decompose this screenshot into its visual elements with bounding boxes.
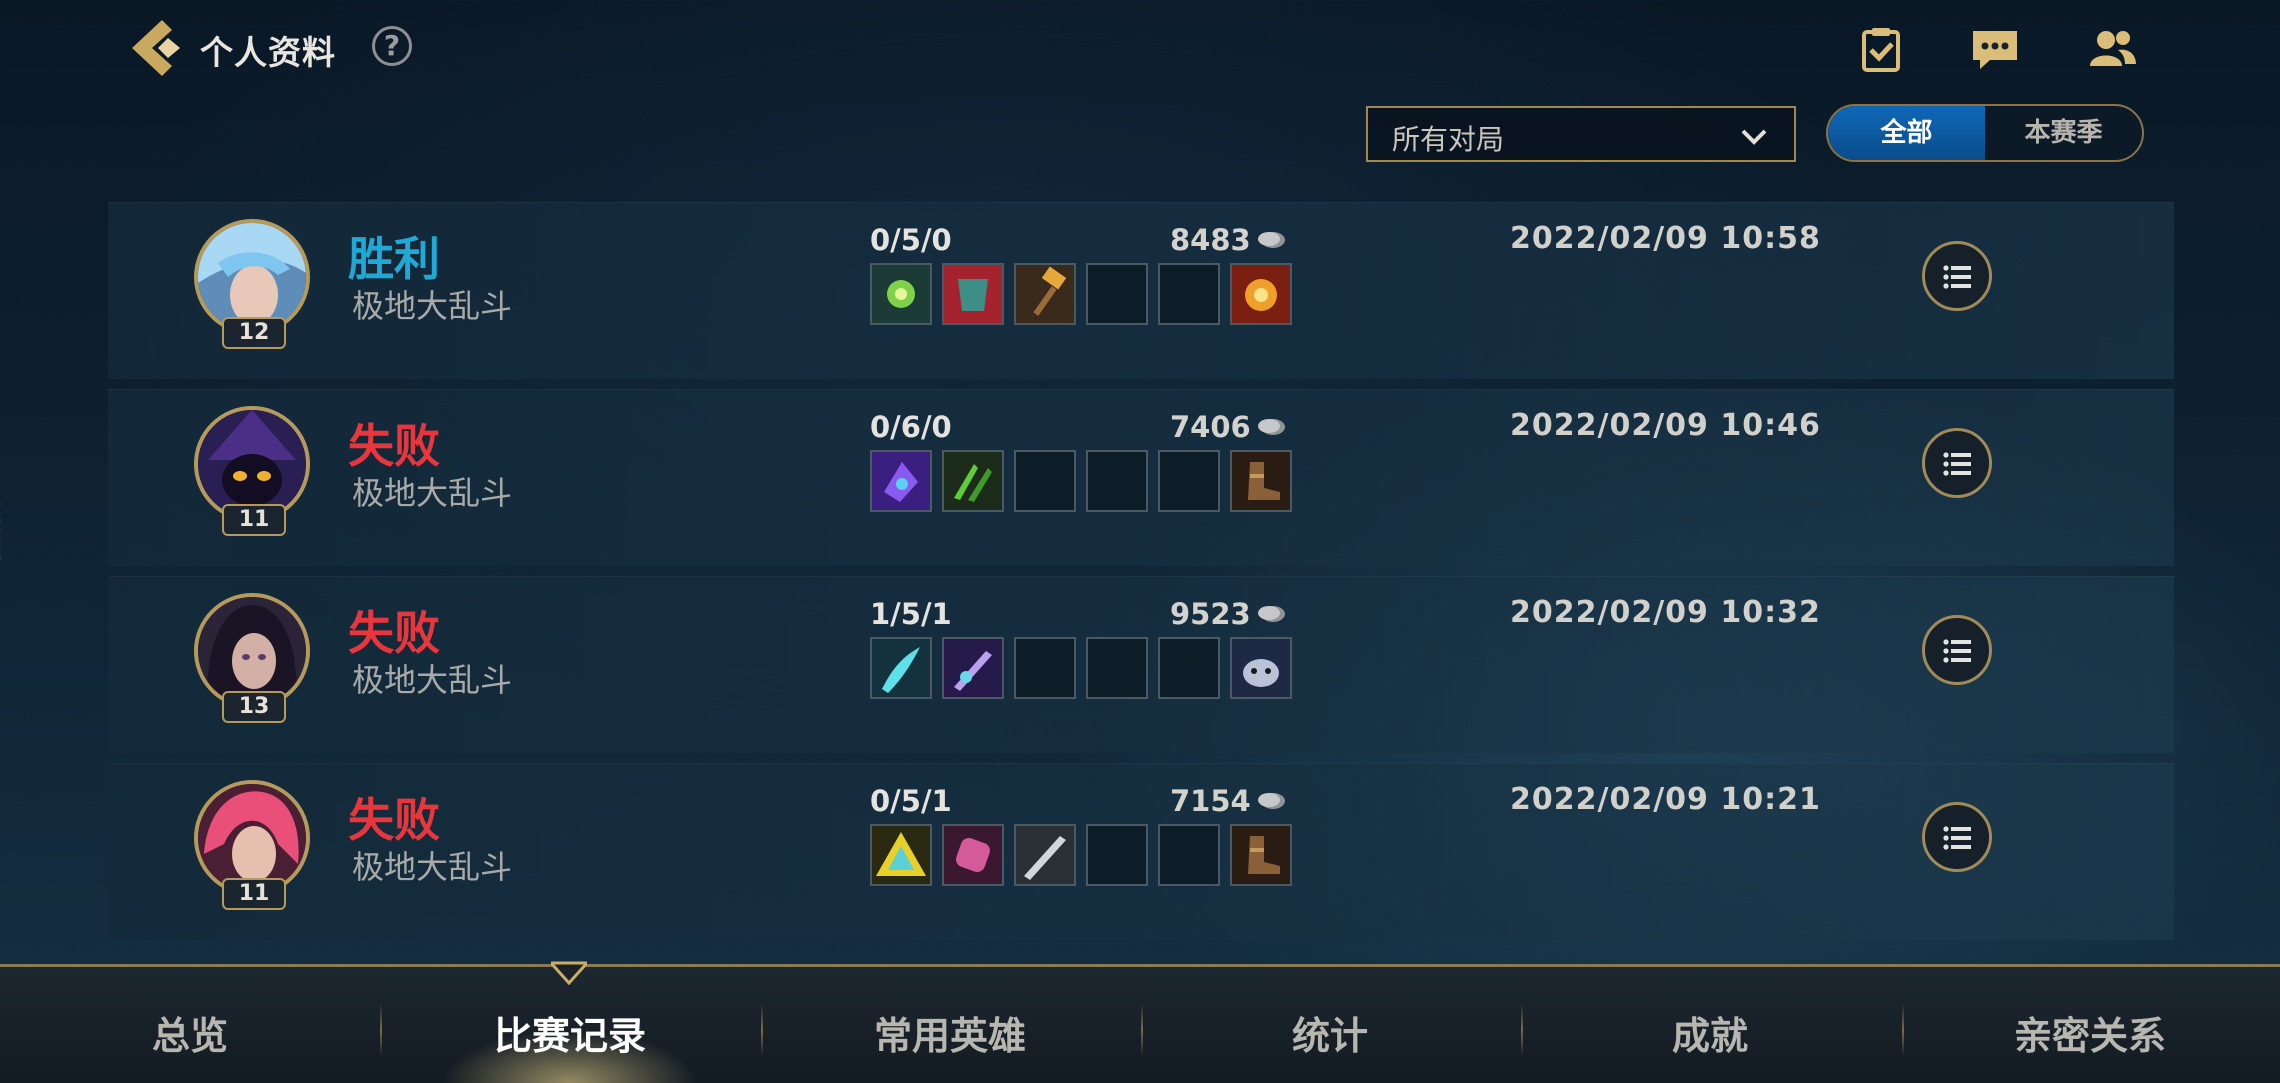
golden-hammer-item-icon[interactable] <box>1014 263 1076 325</box>
champion-level: 12 <box>222 317 286 349</box>
violet-sword-item-icon[interactable] <box>942 637 1004 699</box>
toggle-current-season[interactable]: 本赛季 <box>1985 106 2142 160</box>
match-type-value: 所有对局 <box>1392 123 1505 156</box>
match-detail-button[interactable] <box>1922 241 1992 311</box>
gold-coin-icon <box>1258 419 1285 435</box>
gold-coin-icon <box>1258 793 1285 809</box>
cyan-blade-item-icon[interactable] <box>870 637 932 699</box>
match-result: 胜利 <box>348 232 440 286</box>
page-title: 个人资料 <box>200 33 336 72</box>
champion-level: 13 <box>222 691 286 723</box>
empty-item-slot <box>1086 263 1148 325</box>
tab-relationships[interactable]: 亲密关系 <box>1940 1005 2240 1060</box>
steel-sword-item-icon[interactable] <box>1014 824 1076 886</box>
active-tab-pointer-icon <box>551 961 587 985</box>
green-orb-item-icon[interactable] <box>870 263 932 325</box>
yellow-triangle-item-icon[interactable] <box>870 824 932 886</box>
champion-avatar: 12 <box>194 219 310 349</box>
champion-avatar: 11 <box>194 406 310 536</box>
gold-amount: 7406 <box>1170 410 1251 444</box>
champion-avatar: 11 <box>194 780 310 910</box>
list-icon <box>1943 265 1971 289</box>
match-date: 2022/02/09 10:46 <box>1510 408 1821 443</box>
empty-item-slot <box>1014 450 1076 512</box>
red-mask-item-icon[interactable] <box>942 263 1004 325</box>
gold-coin-icon <box>1258 232 1285 248</box>
fire-ward-item-icon[interactable] <box>1230 263 1292 325</box>
tab-match-history[interactable]: 比赛记录 <box>420 1005 720 1060</box>
tab-overview[interactable]: 总览 <box>40 1005 340 1060</box>
gold-amount: 8483 <box>1170 223 1251 257</box>
match-detail-button[interactable] <box>1922 802 1992 872</box>
tab-divider <box>1141 1003 1143 1057</box>
side-id-label: 2031887 <box>0 500 2 563</box>
match-result: 失败 <box>348 793 440 847</box>
match-result: 失败 <box>348 419 440 473</box>
game-mode: 极地大乱斗 <box>352 287 513 325</box>
gold-amount: 9523 <box>1170 597 1251 631</box>
gold-amount: 7154 <box>1170 784 1251 818</box>
purple-tome-item-icon[interactable] <box>870 450 932 512</box>
tab-achievements[interactable]: 成就 <box>1560 1005 1860 1060</box>
list-icon <box>1943 639 1971 663</box>
tab-favorite-champions[interactable]: 常用英雄 <box>800 1005 1100 1060</box>
match-date: 2022/02/09 10:32 <box>1510 595 1821 630</box>
chevron-down-icon <box>1741 129 1767 145</box>
match-detail-button[interactable] <box>1922 615 1992 685</box>
checklist-icon[interactable] <box>1856 26 1906 72</box>
kda: 0/5/0 <box>870 223 952 257</box>
game-mode: 极地大乱斗 <box>352 848 513 886</box>
match-row[interactable]: 11 失败 极地大乱斗 0/6/0 7406 2022/02/09 10:46 <box>108 389 2174 566</box>
kda: 1/5/1 <box>870 597 952 631</box>
match-row[interactable]: 12 胜利 极地大乱斗 0/5/0 8483 2022/02/09 10:58 <box>108 202 2174 379</box>
back-arrow-icon[interactable] <box>128 16 188 80</box>
list-icon <box>1943 826 1971 850</box>
help-icon[interactable]: ? <box>372 26 412 66</box>
empty-item-slot <box>1086 637 1148 699</box>
tab-divider <box>761 1003 763 1057</box>
empty-item-slot <box>1158 263 1220 325</box>
bottom-tab-bar: 总览 比赛记录 常用英雄 统计 成就 亲密关系 <box>0 961 2280 1083</box>
empty-item-slot <box>1086 824 1148 886</box>
champion-level: 11 <box>222 504 286 536</box>
tab-statistics[interactable]: 统计 <box>1180 1005 1480 1060</box>
match-date: 2022/02/09 10:21 <box>1510 782 1821 817</box>
match-type-select[interactable]: 所有对局 <box>1366 106 1796 162</box>
list-icon <box>1943 452 1971 476</box>
season-toggle[interactable]: 全部 本赛季 <box>1826 104 2144 162</box>
empty-item-slot <box>1158 450 1220 512</box>
game-mode: 极地大乱斗 <box>352 474 513 512</box>
chat-icon[interactable] <box>1970 26 2020 72</box>
match-date: 2022/02/09 10:58 <box>1510 221 1821 256</box>
empty-item-slot <box>1014 637 1076 699</box>
empty-item-slot <box>1158 824 1220 886</box>
empty-item-slot <box>1086 450 1148 512</box>
tab-divider <box>1521 1003 1523 1057</box>
kda: 0/6/0 <box>870 410 952 444</box>
game-mode: 极地大乱斗 <box>352 661 513 699</box>
match-detail-button[interactable] <box>1922 428 1992 498</box>
boots-item-icon[interactable] <box>1230 450 1292 512</box>
empty-item-slot <box>1158 637 1220 699</box>
champion-avatar: 13 <box>194 593 310 723</box>
boots-item-icon[interactable] <box>1230 824 1292 886</box>
tab-divider <box>1902 1003 1904 1057</box>
match-row[interactable]: 13 失败 极地大乱斗 1/5/1 9523 2022/02/09 10:32 <box>108 576 2174 753</box>
match-row[interactable]: 11 失败 极地大乱斗 0/5/1 7154 2022/02/09 10:21 <box>108 763 2174 940</box>
toggle-all[interactable]: 全部 <box>1828 106 1985 160</box>
gold-coin-icon <box>1258 606 1285 622</box>
friends-icon[interactable] <box>2088 26 2138 72</box>
poro-ward-item-icon[interactable] <box>1230 637 1292 699</box>
champion-level: 11 <box>222 878 286 910</box>
kda: 0/5/1 <box>870 784 952 818</box>
match-result: 失败 <box>348 606 440 660</box>
tab-divider <box>380 1003 382 1057</box>
green-claw-item-icon[interactable] <box>942 450 1004 512</box>
pink-gauntlet-item-icon[interactable] <box>942 824 1004 886</box>
